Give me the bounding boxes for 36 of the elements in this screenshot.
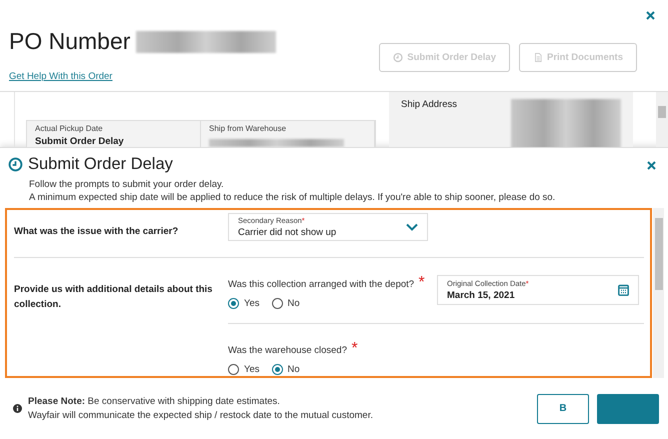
info-icon [13, 404, 22, 413]
note-text: Please Note: Be conservative with shipping date estimates. [28, 394, 281, 408]
detail-label: Actual Pickup Date [35, 124, 104, 133]
back-button[interactable]: B [537, 394, 589, 424]
clock-icon [393, 52, 404, 63]
question-label: Was this collection arranged with the depot? [228, 279, 414, 290]
radio-option[interactable]: No [272, 298, 300, 309]
detail-value: Submit Order Delay [35, 136, 125, 147]
section-label: What was the issue with the carrier? [14, 225, 180, 239]
field-value: March 15, 2021 [447, 290, 516, 301]
field-value: Carrier did not show up [238, 227, 338, 238]
radio-button[interactable] [272, 364, 282, 375]
radio-button[interactable] [228, 298, 239, 309]
scrollbar[interactable] [653, 208, 664, 378]
help-link[interactable]: Get Help With this Order [9, 71, 112, 82]
note-text: Wayfair will communicate the expected ship / restock date to the mutual customer. [28, 408, 373, 422]
radio-button[interactable] [228, 364, 239, 375]
section-label: Provide us with additional details about this collection. [14, 283, 214, 312]
dialog-title: Submit Order Delay [28, 155, 174, 174]
detail-label: Ship from Warehouse [209, 124, 288, 133]
radio-button[interactable] [272, 298, 282, 309]
question-label: Was the warehouse closed? [228, 345, 347, 356]
radio-option[interactable]: Yes [228, 298, 260, 309]
radio-option[interactable]: No [272, 364, 300, 375]
ship-address-label: Ship Address [401, 99, 457, 112]
scrollbar[interactable] [656, 92, 668, 147]
required-mark: * [351, 340, 358, 357]
clock-icon [8, 157, 23, 172]
radio-option[interactable]: Yes [228, 364, 260, 375]
description-text: Follow the prompts to submit your order delay. [29, 178, 225, 191]
page-title: PO Number [9, 28, 130, 55]
required-mark: * [418, 274, 425, 291]
chevron-down-icon [406, 223, 418, 231]
description-text: A minimum expected ship date will be applied to reduce the risk of multiple delays. If you're able to ship sooner, please do so. [29, 191, 556, 204]
calendar-icon[interactable] [618, 284, 629, 296]
document-icon [532, 52, 543, 63]
